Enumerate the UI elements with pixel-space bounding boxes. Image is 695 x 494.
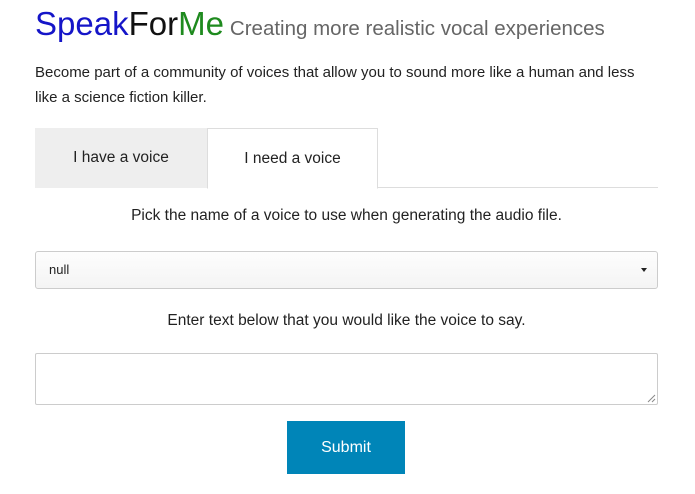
tab-bar-divider	[377, 187, 658, 188]
tagline: Creating more realistic vocal experience…	[229, 17, 605, 40]
voice-instruction: Pick the name of a voice to use when gen…	[131, 207, 562, 224]
voice-select[interactable]: null	[35, 251, 658, 289]
tab-need-voice[interactable]: I need a voice	[207, 128, 378, 189]
voice-select-value: null	[49, 262, 70, 277]
tab-have-voice[interactable]: I have a voice	[35, 128, 207, 188]
logo: SpeakForMe	[35, 2, 224, 46]
tab-bar: I have a voice I need a voice	[35, 128, 658, 189]
resize-handle-icon[interactable]	[647, 394, 656, 403]
submit-button[interactable]: Submit	[287, 421, 405, 474]
logo-me: Me	[178, 5, 224, 42]
logo-for: For	[128, 5, 179, 42]
logo-speak: Speak	[35, 5, 129, 42]
caret-down-icon	[641, 268, 647, 272]
speech-text-input[interactable]	[35, 353, 658, 405]
header: SpeakForMe Creating more realistic vocal …	[35, 2, 605, 46]
text-instruction: Enter text below that you would like the…	[167, 312, 526, 329]
intro-text: Become part of a community of voices tha…	[35, 64, 635, 106]
